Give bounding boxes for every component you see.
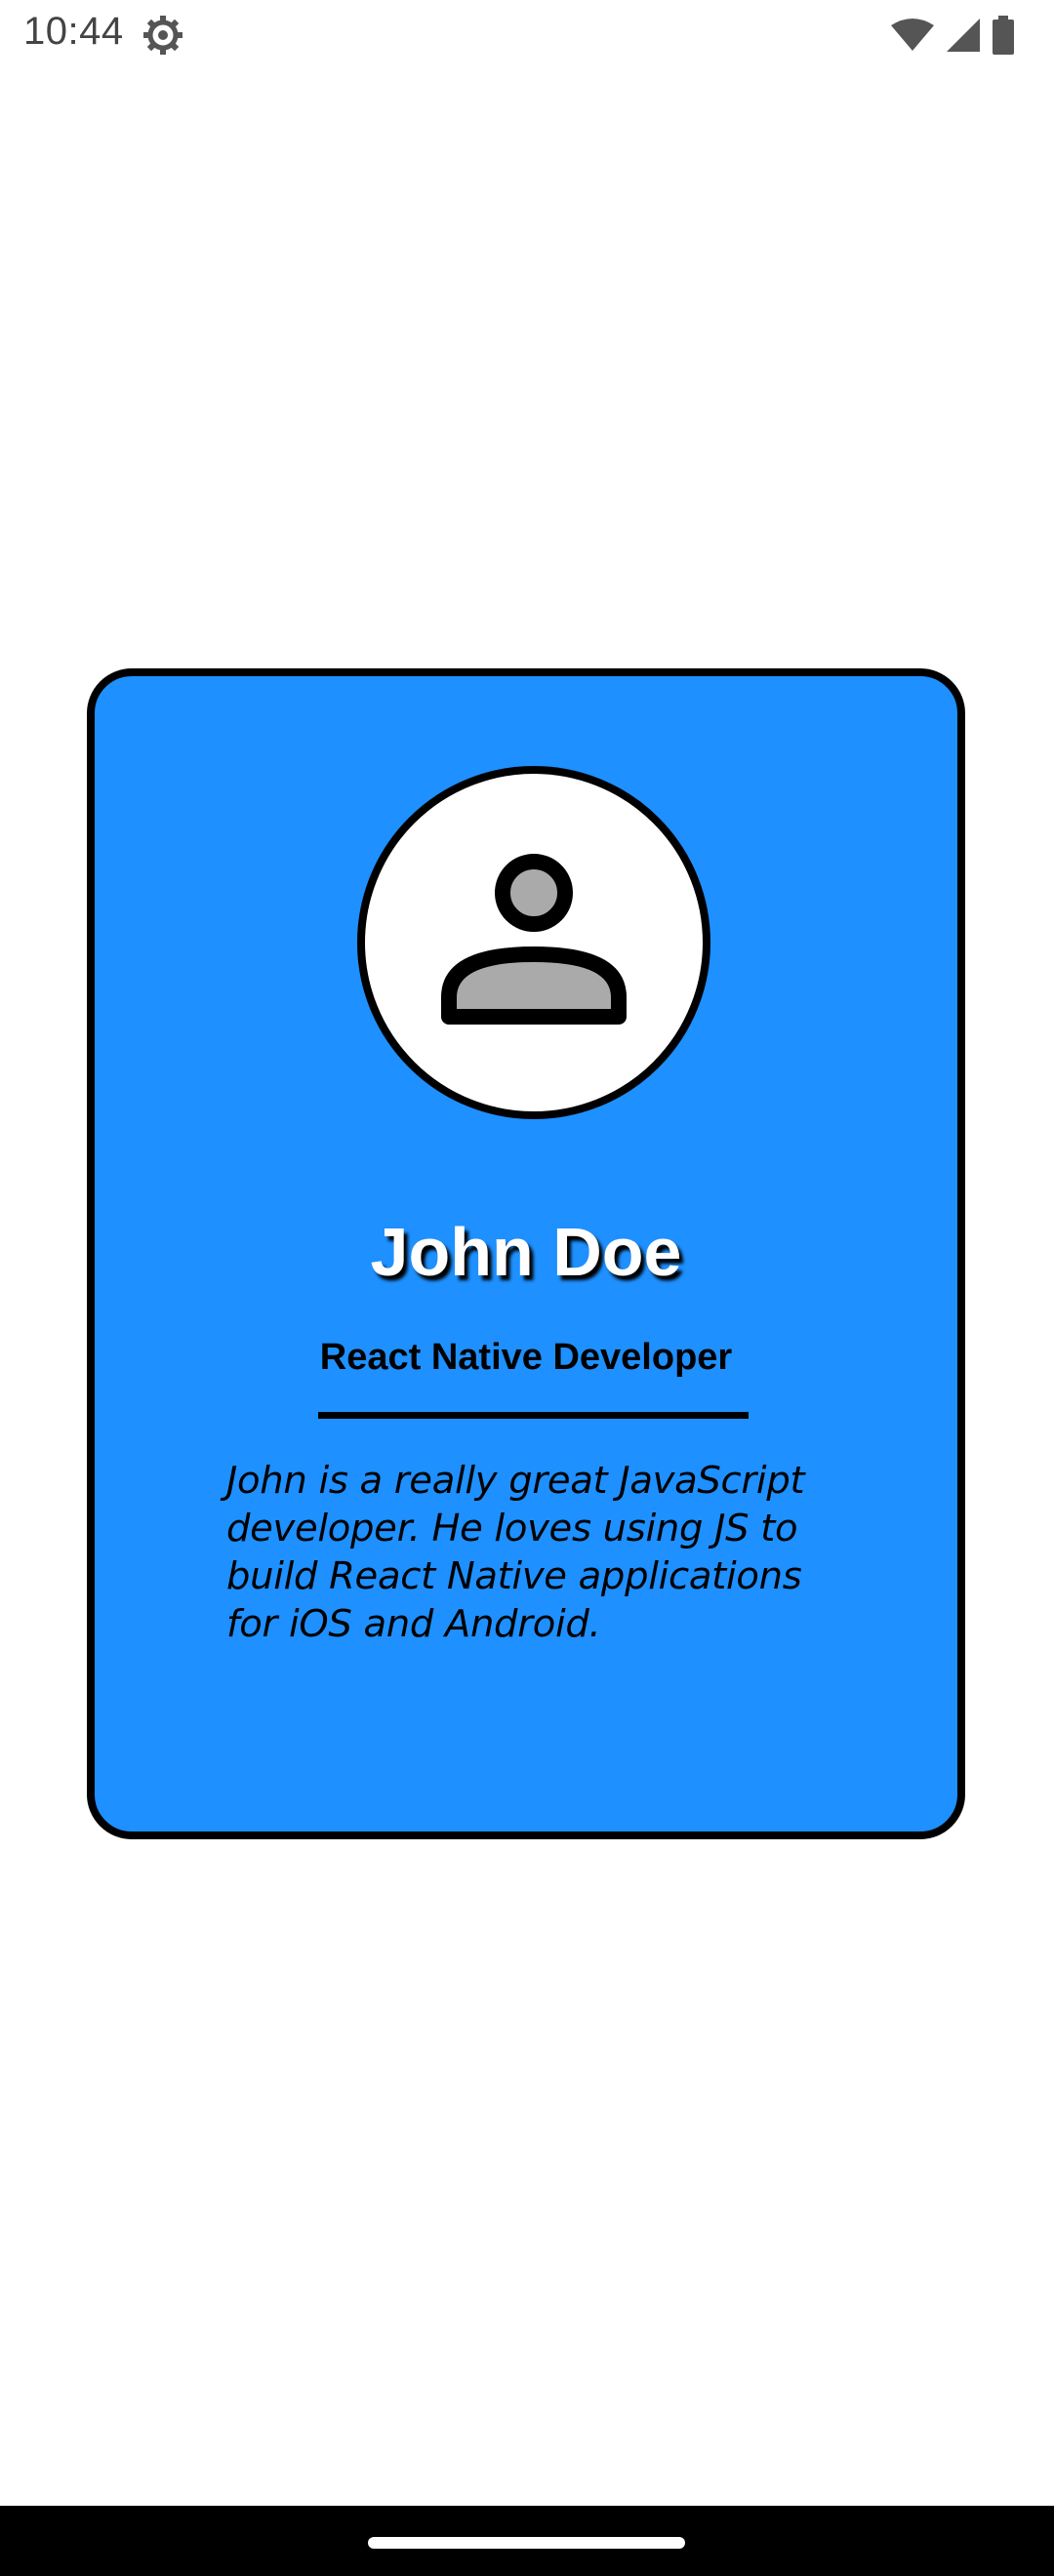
avatar: [357, 766, 710, 1119]
profile-card: John Doe React Native Developer John is …: [87, 668, 965, 1839]
cellular-signal-icon: [945, 17, 982, 54]
profile-role: React Native Developer: [319, 1337, 733, 1378]
person-icon: [441, 854, 627, 1025]
wifi-icon: [890, 18, 935, 53]
divider: [318, 1412, 749, 1419]
status-time: 10:44: [23, 10, 124, 53]
profile-bio: John is a really great JavaScript develo…: [226, 1459, 805, 1646]
app-screen: 10:44 John Doe React Native Developer Jo…: [0, 0, 1054, 2576]
home-handle[interactable]: [368, 2537, 685, 2549]
settings-gear-icon: [142, 14, 184, 57]
battery-icon: [992, 16, 1015, 55]
profile-name: John Doe: [370, 1214, 682, 1290]
status-icons: [890, 16, 1015, 55]
status-bar: 10:44: [0, 0, 1054, 70]
